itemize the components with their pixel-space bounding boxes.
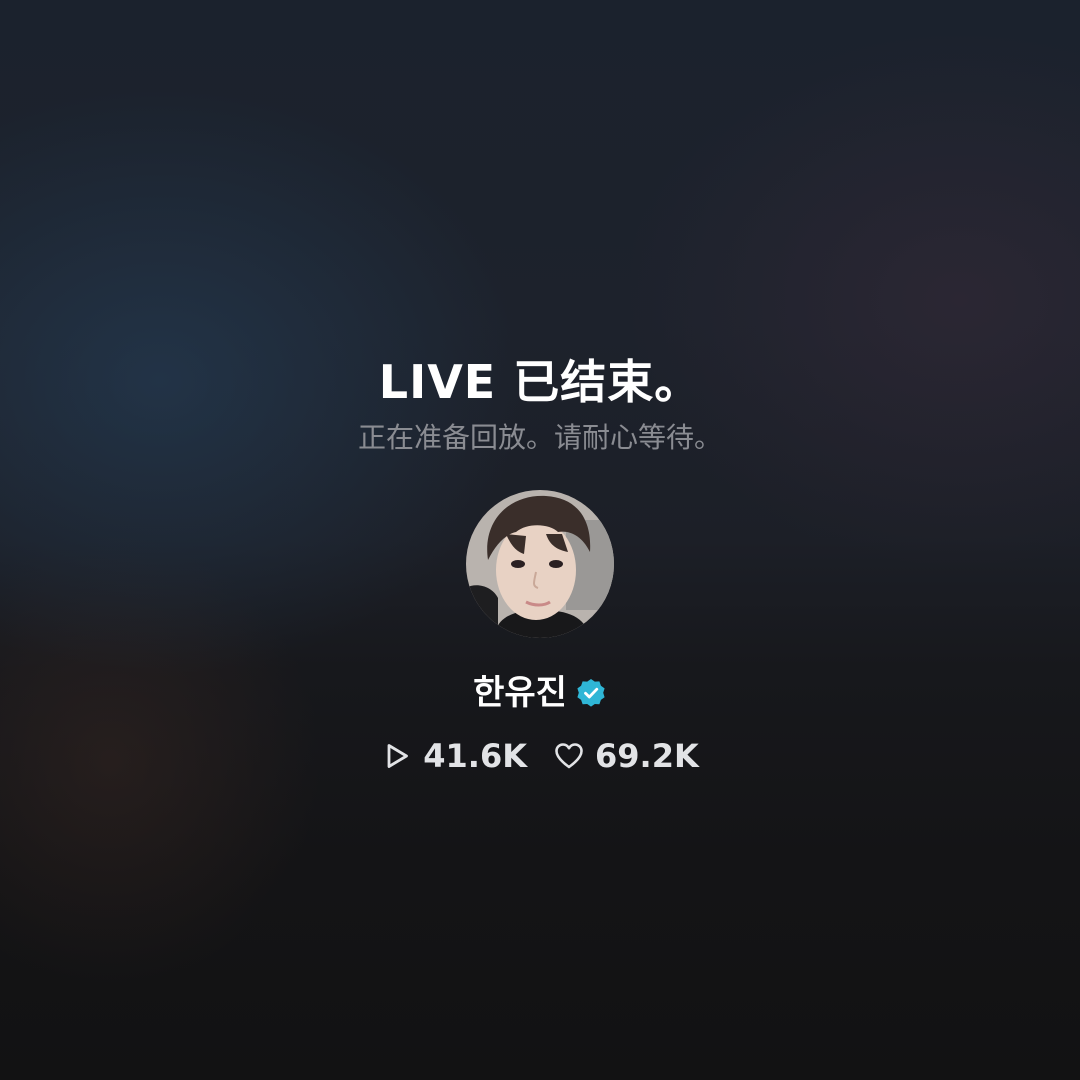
likes-stat: 69.2K (553, 732, 699, 780)
live-ended-title: LIVE 已结束。 (378, 355, 702, 409)
views-stat: 41.6K (381, 732, 527, 780)
heart-icon (555, 743, 583, 769)
play-icon (387, 744, 409, 768)
host-name: 한유진 (473, 673, 567, 713)
live-stats: 41.6K 69.2K (381, 732, 699, 780)
verified-badge-icon (577, 679, 605, 707)
views-count: 41.6K (423, 737, 527, 775)
likes-count: 69.2K (595, 737, 699, 775)
host-name-row[interactable]: 한유진 (473, 670, 607, 716)
host-avatar[interactable] (466, 490, 614, 638)
live-ended-panel: LIVE 已结束。 正在准备回放。请耐心等待。 한유진 41.6K 69.2K (0, 352, 1080, 780)
replay-preparing-message: 正在准备回放。请耐心等待。 (357, 421, 722, 454)
live-ended-screen: LIVE 已结束。 正在准备回放。请耐心等待。 한유진 41.6K 69.2K (0, 0, 1080, 1080)
host-avatar-image (466, 490, 614, 638)
